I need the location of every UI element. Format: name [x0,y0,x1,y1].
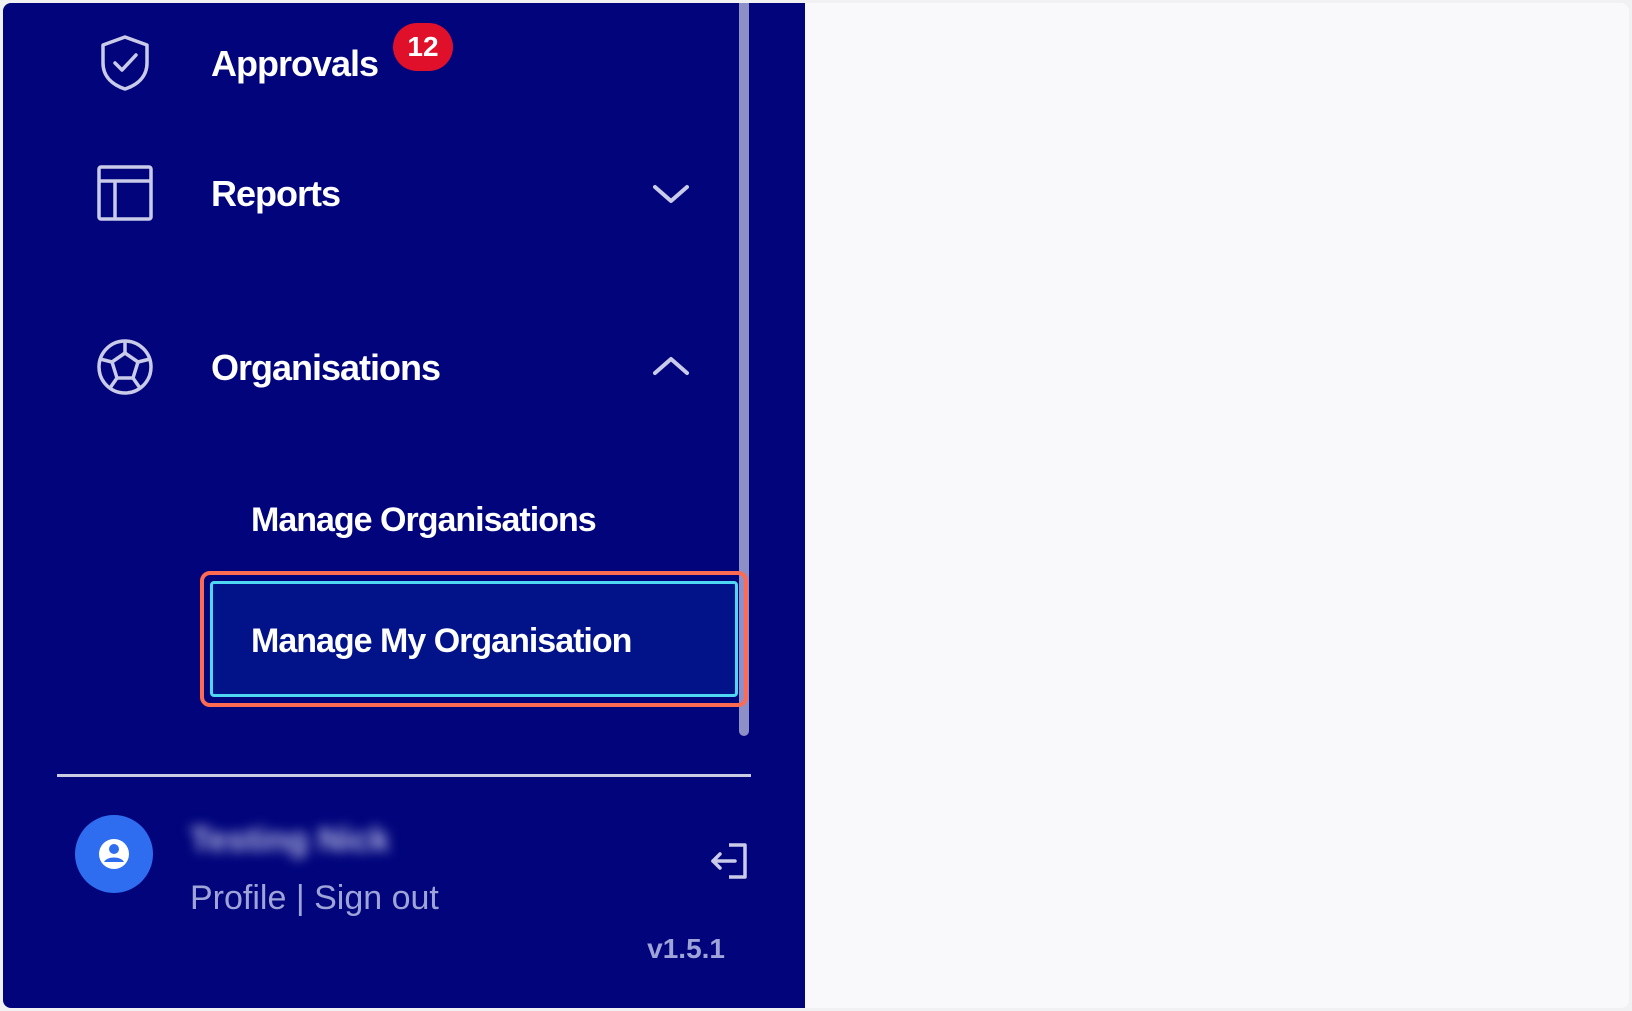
sign-out-icon[interactable] [707,839,751,883]
approvals-count-badge: 12 [393,23,453,71]
sidebar-item-approvals[interactable]: Approvals 12 [3,17,733,107]
app-version: v1.5.1 [647,933,725,964]
user-circle-icon [99,839,129,869]
profile-link[interactable]: Profile [190,879,286,917]
sidebar-subitem-manage-organisations[interactable]: Manage Organisations [251,501,597,540]
sidebar-item-reports[interactable]: Reports [3,149,733,239]
sidebar-subitem-label: Manage My Organisation [251,622,632,660]
organisation-network-icon [97,339,153,395]
main-content-area [805,3,1629,1008]
sidebar-subitem-manage-my-organisation[interactable]: Manage My Organisation [200,571,748,707]
chevron-down-icon[interactable] [651,179,691,209]
chevron-up-icon[interactable] [651,351,691,381]
sign-out-link[interactable]: Sign out [314,879,439,917]
app-window: Approvals 12 Reports Organisations Manag… [3,3,1629,1008]
sidebar-item-label: Reports [211,173,341,214]
sidebar: Approvals 12 Reports Organisations Manag… [3,3,805,1008]
avatar[interactable] [75,815,153,893]
profile-links: Profile | Sign out [190,879,439,918]
sidebar-item-label: Organisations [211,347,441,388]
shield-check-icon [101,35,149,91]
sidebar-divider [57,774,751,777]
selected-item-focus-ring: Manage My Organisation [210,581,738,697]
sidebar-item-label: Approvals [211,43,379,84]
user-name: Testing Nick [190,821,390,859]
table-layout-icon [97,165,153,221]
link-separator: | [295,879,315,917]
sidebar-item-organisations[interactable]: Organisations [3,323,733,413]
